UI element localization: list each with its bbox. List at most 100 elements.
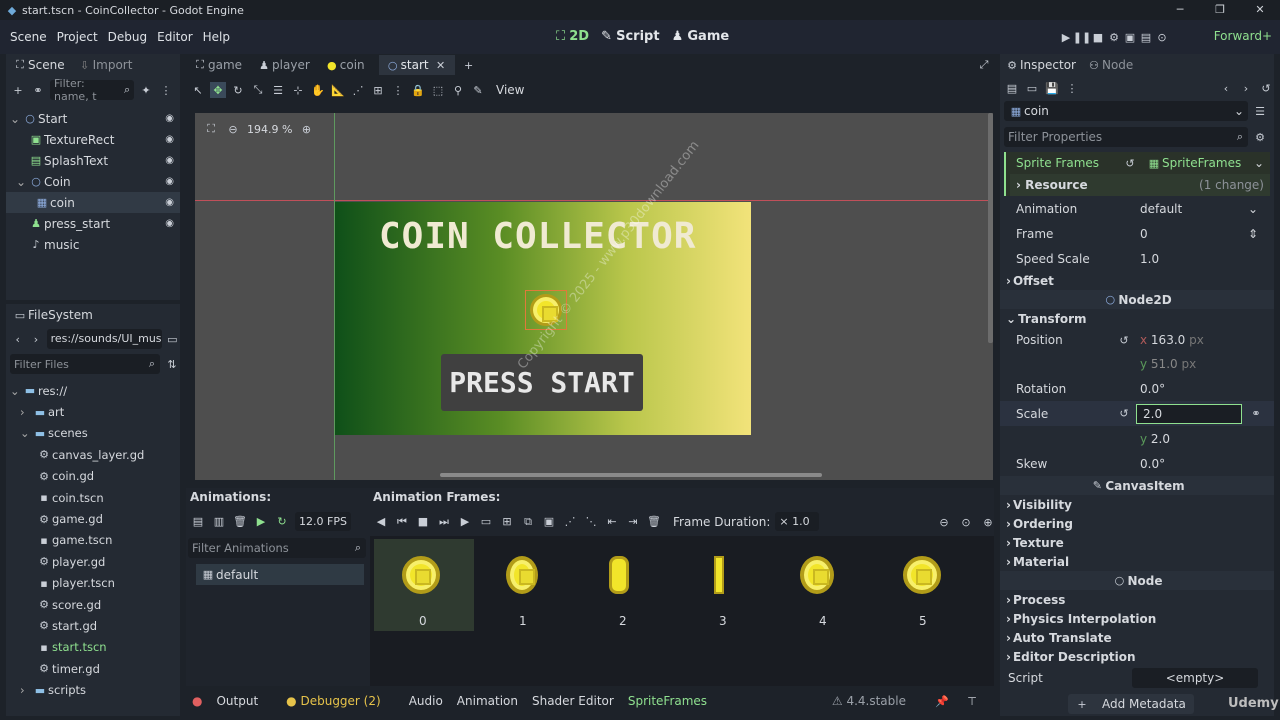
snap-icon[interactable]: ⋰	[350, 82, 366, 98]
tab-debugger[interactable]: ● Debugger (2)	[286, 694, 395, 708]
play-icon[interactable]: ▶	[1058, 29, 1074, 45]
play-custom-icon[interactable]: ▤	[1138, 29, 1154, 45]
tab-shader-editor[interactable]: Shader Editor	[532, 694, 614, 708]
pin-icon[interactable]: 📌	[934, 693, 950, 709]
fs-item-file[interactable]: ⚙ coin.gd	[6, 466, 180, 487]
renderer-select[interactable]: Forward+	[1214, 29, 1272, 43]
forward-icon[interactable]: ›	[28, 331, 43, 347]
visibility-icon[interactable]: ◉	[165, 134, 174, 145]
transform-section[interactable]: ⌄ Transform	[1000, 309, 1274, 328]
play-scene-icon[interactable]: ▣	[1122, 29, 1138, 45]
frame-spinbox[interactable]: 0 ⇕	[1140, 227, 1258, 241]
link-icon[interactable]: ⚭	[1248, 406, 1264, 422]
list-select-icon[interactable]: ☰	[270, 82, 286, 98]
visibility-icon[interactable]: ◉	[165, 218, 174, 229]
filter-animations-input[interactable]: Filter Animations ⌕	[188, 538, 366, 558]
pan-icon[interactable]: ✋	[310, 82, 326, 98]
path-field[interactable]: res://sounds/UI_music	[46, 329, 162, 349]
load-frames-icon[interactable]: ▭	[478, 514, 494, 530]
mode-2d-button[interactable]: ⛶ 2D	[556, 29, 589, 44]
menu-scene[interactable]: Scene	[10, 30, 47, 44]
rotation-field[interactable]: 0.0°	[1140, 382, 1165, 396]
move-right-icon[interactable]: ⇥	[625, 514, 641, 530]
frame-2[interactable]	[609, 556, 629, 594]
scale-x-field[interactable]: 2.0	[1136, 403, 1242, 424]
lock-icon[interactable]: 🔒	[410, 82, 426, 98]
tree-item-splashtext[interactable]: ▤ SplashText ◉	[6, 150, 180, 171]
zoom-in-icon[interactable]: ⊕	[980, 514, 996, 530]
material-section[interactable]: › Material	[1000, 552, 1274, 571]
pause-icon[interactable]: ❚❚	[1073, 29, 1091, 45]
copy-frame-icon[interactable]: ⧉	[520, 514, 536, 530]
fs-item-file[interactable]: ▪ coin.tscn	[6, 487, 180, 508]
view-menu[interactable]: View	[496, 83, 524, 97]
attach-script-icon[interactable]: ✦	[138, 82, 154, 98]
pivot-icon[interactable]: ⊹	[290, 82, 306, 98]
scene-menu-icon[interactable]: ⋮	[158, 82, 174, 98]
revert-icon[interactable]: ↺	[1116, 332, 1132, 348]
frame-0[interactable]	[402, 556, 440, 594]
insert-after-icon[interactable]: ⋱	[583, 514, 599, 530]
resource-subsection[interactable]: › Resource (1 change)	[1010, 174, 1270, 196]
fs-item-scripts[interactable]: › ▬ scripts	[6, 679, 180, 700]
history-back-icon[interactable]: ‹	[1218, 80, 1234, 96]
tree-item-coin-parent[interactable]: ⌄ ○ Coin ◉	[6, 171, 180, 192]
fs-item-file[interactable]: ▪ game.tscn	[6, 530, 180, 551]
object-props-icon[interactable]: ☰	[1252, 103, 1268, 119]
close-button[interactable]: ✕	[1240, 0, 1280, 20]
tree-item-coin-sprite[interactable]: ▦ coin ◉	[6, 192, 180, 213]
speed-scale-field[interactable]: 1.0	[1140, 252, 1159, 266]
menu-project[interactable]: Project	[57, 30, 98, 44]
fs-item-file[interactable]: ▪ player.tscn	[6, 573, 180, 594]
tab-import[interactable]: Import	[93, 58, 133, 72]
play-from-start-icon[interactable]: ⏭	[436, 514, 452, 530]
tab-coin[interactable]: ● coin	[324, 57, 365, 73]
visibility-section[interactable]: › Visibility	[1000, 495, 1274, 514]
ruler-icon[interactable]: 📐	[330, 82, 346, 98]
offset-section[interactable]: › Offset	[1000, 271, 1274, 290]
tree-item-music[interactable]: ♪ music	[6, 234, 180, 255]
menu-editor[interactable]: Editor	[157, 30, 193, 44]
revert-icon[interactable]: ↺	[1116, 406, 1132, 422]
menu-debug[interactable]: Debug	[108, 30, 147, 44]
animation-select[interactable]: default ⌄	[1140, 202, 1258, 216]
maximize-button[interactable]: ❐	[1200, 0, 1240, 20]
delete-frame-icon[interactable]: 🗑	[646, 514, 662, 530]
spritesheet-icon[interactable]: ⊞	[499, 514, 515, 530]
autoplay-icon[interactable]: ▶	[253, 514, 269, 530]
texture-section[interactable]: › Texture	[1000, 533, 1274, 552]
sprite-frames-resource[interactable]: ▦ SpriteFrames	[1146, 155, 1241, 171]
link-icon[interactable]: ⚭	[30, 82, 46, 98]
bone-icon[interactable]: ⚲	[450, 82, 466, 98]
tab-spriteframes[interactable]: SpriteFrames	[628, 694, 707, 708]
vertical-scrollbar[interactable]	[988, 113, 993, 343]
fs-item-file-active[interactable]: ▪ start.tscn	[6, 637, 180, 658]
mode-script-button[interactable]: ✎ Script	[601, 29, 660, 44]
paste-frame-icon[interactable]: ▣	[541, 514, 557, 530]
stop-icon[interactable]: ■	[415, 514, 431, 530]
frame-3[interactable]	[714, 556, 724, 594]
tab-inspector[interactable]: Inspector	[1020, 58, 1076, 72]
new-animation-icon[interactable]: ▤	[190, 514, 206, 530]
revert-icon[interactable]: ↺	[1122, 155, 1138, 171]
filter-files-input[interactable]: Filter Files ⌕	[10, 354, 160, 374]
auto-translate-section[interactable]: › Auto Translate	[1000, 628, 1274, 647]
rotate-tool-icon[interactable]: ↻	[230, 82, 246, 98]
fs-item-file[interactable]: ⚙ timer.gd	[6, 658, 180, 679]
tree-item-texturerect[interactable]: ▣ TextureRect ◉	[6, 129, 180, 150]
center-view-icon[interactable]: ⛶	[203, 121, 219, 137]
add-metadata-button[interactable]: + Add Metadata	[1068, 694, 1194, 714]
skew-field[interactable]: 0.0°	[1140, 457, 1165, 471]
ordering-section[interactable]: › Ordering	[1000, 514, 1274, 533]
filter-properties-input[interactable]: Filter Properties ⌕	[1004, 127, 1248, 147]
position-x-field[interactable]: x 163.0 px	[1140, 333, 1204, 347]
fs-item-file[interactable]: ⚙ game.gd	[6, 508, 180, 529]
grid-snap-icon[interactable]: ⊞	[370, 82, 386, 98]
movie-icon[interactable]: ⊙	[1154, 29, 1170, 45]
fs-item-art[interactable]: › ▬ art	[6, 401, 180, 422]
visibility-icon[interactable]: ◉	[165, 155, 174, 166]
close-tab-icon[interactable]: ✕	[433, 57, 449, 73]
canvas-viewport[interactable]: ⛶ ⊖ 194.9 % ⊕ COIN COLLECTOR PRESS START…	[195, 113, 993, 480]
object-selector[interactable]: ▦ coin ⌄	[1004, 101, 1248, 121]
frame-5[interactable]	[903, 556, 941, 594]
